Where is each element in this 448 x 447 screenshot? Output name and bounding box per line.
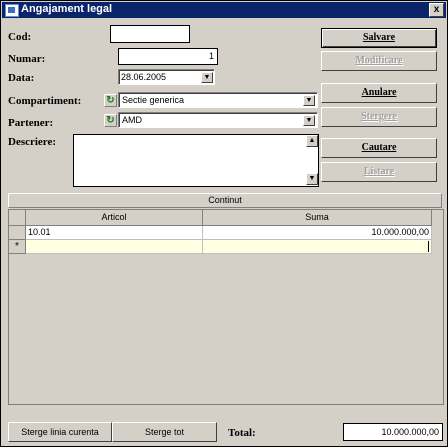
- window-title: Angajament legal: [21, 3, 113, 15]
- cell-articol-new[interactable]: [26, 240, 203, 254]
- partener-select[interactable]: AMD: [118, 112, 318, 128]
- total-field: 10.000.000,00: [343, 423, 443, 441]
- stergere-button[interactable]: Stergere: [321, 107, 437, 127]
- cod-field[interactable]: [110, 25, 190, 43]
- compartiment-label: Compartiment:: [8, 95, 82, 107]
- partener-value: AMD: [122, 115, 142, 125]
- modificare-button[interactable]: Modificare: [321, 51, 437, 71]
- cell-suma-new[interactable]: [203, 240, 432, 254]
- cautare-button[interactable]: Cautare: [321, 138, 437, 158]
- row-selector[interactable]: [9, 226, 26, 240]
- items-grid: Articol Suma 10.01 10.000.000,00 *: [8, 209, 444, 405]
- total-label: Total:: [228, 427, 256, 439]
- cod-label: Cod:: [8, 31, 32, 43]
- new-row-marker[interactable]: *: [9, 240, 26, 254]
- descriere-label: Descriere:: [8, 136, 57, 148]
- data-label: Data:: [8, 72, 35, 84]
- sterge-tot-button[interactable]: Sterge tot: [112, 422, 217, 442]
- anulare-button[interactable]: Anulare: [321, 83, 437, 103]
- refresh-icon[interactable]: ↻: [104, 114, 117, 127]
- salvare-button[interactable]: Salvare: [321, 28, 437, 48]
- chevron-down-icon[interactable]: ▼: [303, 115, 315, 126]
- refresh-icon[interactable]: ↻: [104, 94, 117, 107]
- column-header-articol[interactable]: Articol: [26, 210, 203, 226]
- app-icon: [5, 4, 19, 17]
- content-tab[interactable]: Continut: [8, 193, 442, 208]
- sterge-linia-button[interactable]: Sterge linia curenta: [8, 422, 112, 442]
- row-header-corner: [9, 210, 26, 226]
- text-cursor: [428, 241, 429, 252]
- chevron-down-icon[interactable]: ▼: [303, 95, 315, 106]
- cell-suma[interactable]: 10.000.000,00: [203, 226, 432, 240]
- partener-label: Partener:: [8, 117, 54, 129]
- scroll-up-icon[interactable]: ▲: [306, 135, 318, 147]
- compartiment-select[interactable]: Sectie generica: [118, 92, 318, 108]
- compartiment-value: Sectie generica: [122, 95, 185, 105]
- chevron-down-icon[interactable]: ▼: [201, 72, 213, 83]
- descriere-textarea[interactable]: [73, 134, 319, 187]
- scroll-down-icon[interactable]: ▼: [306, 173, 318, 185]
- title-bar[interactable]: Angajament legal x: [2, 2, 446, 18]
- data-value: 28.06.2005: [121, 72, 167, 82]
- column-header-suma[interactable]: Suma: [203, 210, 432, 226]
- close-button[interactable]: x: [429, 3, 444, 17]
- dialog-window: Angajament legal x Cod: Numar: Data: Com…: [0, 0, 448, 447]
- listare-button[interactable]: Listare: [321, 162, 437, 182]
- cell-articol[interactable]: 10.01: [26, 226, 203, 240]
- numar-label: Numar:: [8, 53, 46, 65]
- numar-field[interactable]: 1: [118, 48, 218, 65]
